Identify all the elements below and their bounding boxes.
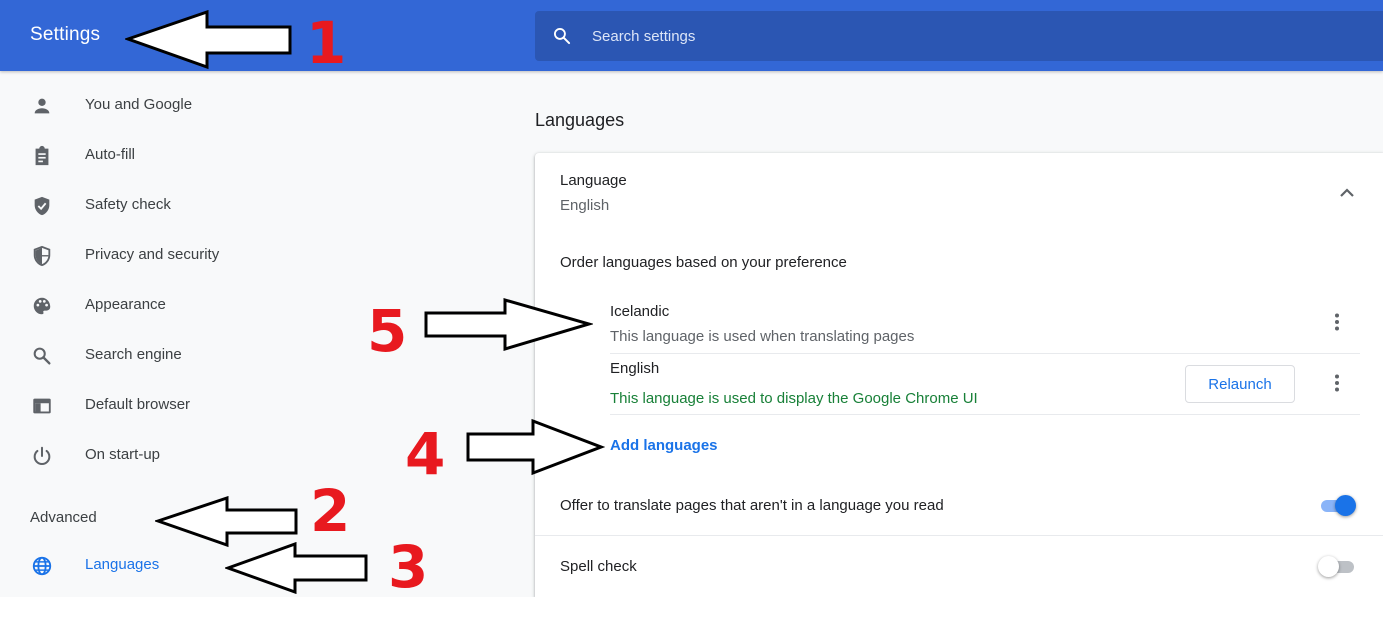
language-row-icelandic: Icelandic This language is used when tra… [610,303,1360,363]
offer-translate-text: Offer to translate pages that aren't in … [560,497,944,514]
sidebar-item-you-and-google[interactable]: You and Google [0,81,480,131]
browser-icon [33,398,51,414]
section-title: Languages [535,110,625,130]
card-divider [535,535,1383,536]
languages-card: Language English Order languages based o… [535,153,1383,597]
annotation-number-5: 5 [367,297,408,365]
language-name: English [610,360,660,377]
power-icon [33,446,51,465]
offer-translate-toggle[interactable] [1318,494,1356,516]
annotation-number-3: 3 [388,533,429,601]
sidebar-item-label: Languages [85,556,160,573]
person-icon [34,98,50,114]
language-heading: Language [560,172,627,189]
sidebar-item-label: Privacy and security [85,246,220,263]
clipboard-icon [35,145,49,166]
annotation-number-4: 4 [405,420,446,488]
globe-icon [32,556,52,576]
add-languages-button[interactable]: Add languages [610,437,718,454]
shield-half-icon [33,245,51,267]
relaunch-button[interactable]: Relaunch [1185,365,1295,403]
row-divider [610,414,1360,415]
search-input[interactable] [592,11,1352,61]
spell-check-toggle[interactable] [1318,555,1356,577]
more-vertical-icon[interactable] [1325,310,1349,334]
sidebar-item-label: Auto-fill [85,146,136,163]
top-bar: Settings [0,0,1383,71]
order-languages-text: Order languages based on your preference [560,254,847,271]
settings-window: Settings You and Google Auto-fill Safety… [0,0,1383,597]
toggle-knob [1335,495,1356,516]
sidebar-item-label: Default browser [85,396,191,413]
language-description: This language is used to display the Goo… [610,390,978,407]
sidebar-item-label: You and Google [85,96,193,113]
more-vertical-icon[interactable] [1325,371,1349,395]
sidebar-item-appearance[interactable]: Appearance [0,281,480,331]
sidebar-item-label: Search engine [85,346,182,363]
shield-check-icon [34,196,50,216]
sidebar: You and Google Auto-fill Safety check Pr… [0,71,480,597]
sidebar-item-safety-check[interactable]: Safety check [0,181,480,231]
search-icon [33,347,51,365]
search-icon [554,27,571,45]
toggle-knob [1318,556,1339,577]
sidebar-item-label: Safety check [85,196,171,213]
sidebar-item-privacy-and-security[interactable]: Privacy and security [0,231,480,281]
annotation-number-1: 1 [306,9,347,77]
sidebar-item-label: On start-up [85,446,161,463]
language-current-value: English [560,197,610,214]
annotation-number-2: 2 [310,477,351,545]
search-box[interactable] [535,11,1383,61]
sidebar-item-auto-fill[interactable]: Auto-fill [0,131,480,181]
language-name: Icelandic [610,303,670,320]
sidebar-item-label: Appearance [85,296,166,313]
advanced-section-toggle[interactable]: Advanced [30,509,97,526]
language-description: This language is used when translating p… [610,328,915,345]
row-divider [610,353,1360,354]
caret-up-icon [276,514,286,521]
chevron-up-icon[interactable] [1335,181,1359,205]
sidebar-item-search-engine[interactable]: Search engine [0,331,480,381]
palette-icon [33,297,51,315]
page-title: Settings [30,24,101,45]
spell-check-text: Spell check [560,558,637,575]
